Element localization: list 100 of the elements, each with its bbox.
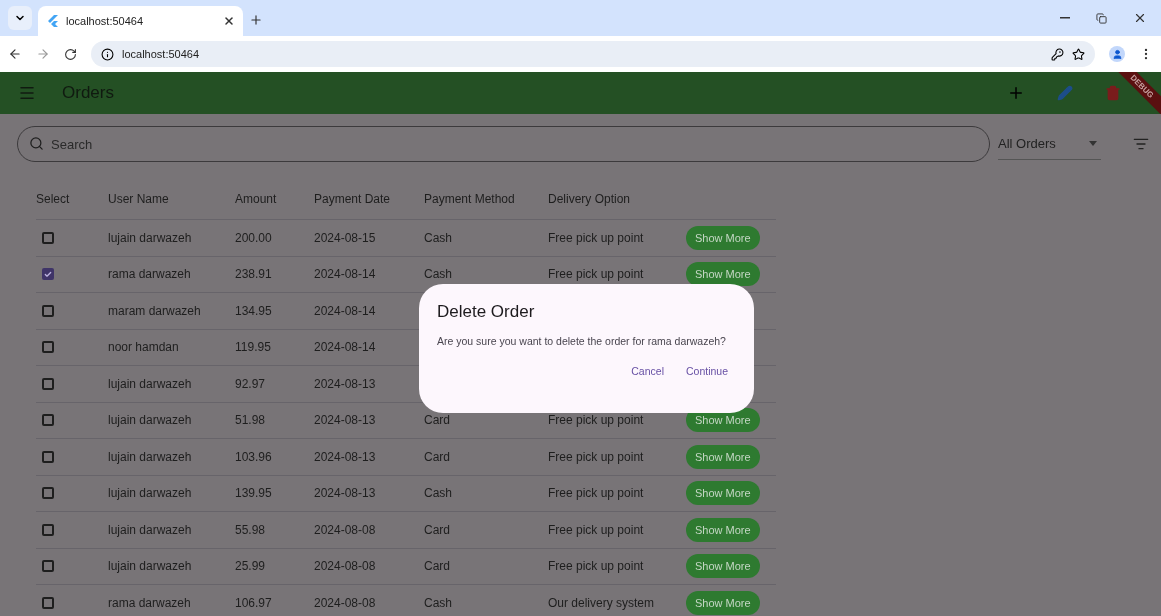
row-checkbox[interactable]	[42, 560, 54, 573]
add-button[interactable]	[1007, 84, 1025, 102]
table-cell-text: 2024-08-14	[314, 340, 377, 355]
column-header: Payment Method	[424, 192, 516, 206]
table-cell-text: Free pick up point	[548, 559, 645, 574]
column-header: Payment Date	[314, 192, 392, 206]
table-cell-text: lujain darwazeh	[108, 559, 193, 574]
column-header: Amount	[235, 192, 278, 206]
row-checkbox[interactable]	[42, 231, 54, 244]
table-cell-text: 2024-08-08	[314, 559, 377, 574]
table-cell-text: 2024-08-08	[314, 595, 377, 610]
show-more-button[interactable]: Show More	[686, 262, 760, 287]
show-more-button[interactable]: Show More	[686, 481, 760, 506]
table-cell-text: 2024-08-13	[314, 486, 377, 501]
profile-avatar[interactable]	[1109, 46, 1125, 62]
table-cell-text: 119.95	[235, 340, 272, 355]
table-cell-text: lujain darwazeh	[108, 230, 193, 245]
cancel-button[interactable]: Cancel	[623, 361, 672, 381]
show-more-button[interactable]: Show More	[686, 225, 760, 250]
table-cell-text: Free pick up point	[548, 413, 645, 428]
table-cell-text: 51.98	[235, 413, 267, 428]
dialog-message: Are you sure you want to delete the order for rama darwazeh?	[437, 335, 727, 347]
search-icon	[29, 136, 44, 151]
close-tab-button[interactable]	[223, 15, 235, 27]
dialog-title: Delete Order	[437, 302, 536, 322]
row-checkbox[interactable]	[42, 341, 54, 354]
column-header: Delivery Option	[548, 192, 632, 206]
reload-button[interactable]	[64, 47, 77, 61]
show-more-button[interactable]: Show More	[686, 590, 760, 615]
table-cell-text: Cash	[424, 486, 453, 501]
close-button[interactable]	[1133, 11, 1147, 25]
search-field[interactable]: Search	[17, 126, 990, 162]
table-cell-text: Card	[424, 522, 451, 537]
table-cell-text: lujain darwazeh	[108, 449, 193, 464]
table-cell-text: 2024-08-14	[314, 303, 377, 318]
table-cell-text: Card	[424, 413, 451, 428]
table-cell-text: rama darwazeh	[108, 595, 192, 610]
show-more-button[interactable]: Show More	[686, 554, 760, 579]
row-checkbox[interactable]	[42, 414, 54, 427]
row-checkbox[interactable]	[42, 450, 54, 463]
table-cell-text: 92.97	[235, 376, 267, 391]
sort-button[interactable]	[1133, 136, 1149, 152]
table-cell-text: Cash	[424, 267, 453, 282]
table-cell-text: 134.95	[235, 303, 273, 318]
table-cell-text: 2024-08-08	[314, 522, 377, 537]
table-cell-text: Free pick up point	[548, 449, 645, 464]
row-checkbox[interactable]	[42, 523, 54, 536]
row-checkbox[interactable]	[42, 268, 54, 281]
table-cell-text: 2024-08-14	[314, 267, 377, 282]
column-header: Select	[36, 192, 71, 206]
browser-tab[interactable]: localhost:50464	[38, 6, 243, 36]
table-cell-text: 200.00	[235, 230, 273, 245]
table-cell-text: lujain darwazeh	[108, 522, 193, 537]
forward-button[interactable]	[36, 47, 50, 61]
address-bar[interactable]: localhost:50464	[91, 41, 1095, 67]
table-cell-text: lujain darwazeh	[108, 413, 193, 428]
table-cell-text: Free pick up point	[548, 267, 645, 282]
info-icon	[101, 47, 114, 61]
continue-button[interactable]: Continue	[677, 361, 736, 381]
table-cell-text: Free pick up point	[548, 230, 645, 245]
table-cell-text: 55.98	[235, 522, 267, 537]
tab-title: localhost:50464	[66, 15, 145, 27]
table-cell-text: 139.95	[235, 486, 273, 501]
table-cell-text: 2024-08-15	[314, 230, 377, 245]
table-cell-text: noor hamdan	[108, 340, 180, 355]
restore-button[interactable]	[1096, 12, 1107, 24]
table-cell-text: Card	[424, 559, 451, 574]
table-cell-text: 2024-08-13	[314, 376, 377, 391]
column-header: User Name	[108, 192, 170, 206]
show-more-button[interactable]: Show More	[686, 444, 760, 469]
table-cell-text: 25.99	[235, 559, 267, 574]
bookmark-star-icon[interactable]	[1072, 47, 1085, 61]
table-cell-text: 106.97	[235, 595, 273, 610]
minimize-icon	[1060, 17, 1070, 19]
table-cell-text: Cash	[424, 230, 453, 245]
table-cell-text: 2024-08-13	[314, 449, 377, 464]
table-cell-text: lujain darwazeh	[108, 486, 193, 501]
back-button[interactable]	[8, 47, 22, 61]
table-cell-text: Free pick up point	[548, 522, 645, 537]
show-more-button[interactable]: Show More	[686, 517, 760, 542]
url-text: localhost:50464	[122, 48, 201, 60]
row-checkbox[interactable]	[42, 487, 54, 500]
minimize-button[interactable]	[1060, 17, 1070, 19]
table-cell-text: 238.91	[235, 267, 273, 282]
table-cell-text: Card	[424, 449, 451, 464]
table-cell-text: 103.96	[235, 449, 273, 464]
menu-button[interactable]	[18, 84, 36, 102]
row-checkbox[interactable]	[42, 377, 54, 390]
table-cell-text: rama darwazeh	[108, 267, 192, 282]
table-cell-text: Free pick up point	[548, 486, 645, 501]
order-filter-dropdown[interactable]: All Orders	[998, 128, 1101, 160]
tab-list-button[interactable]	[8, 6, 32, 30]
row-checkbox[interactable]	[42, 304, 54, 317]
key-icon[interactable]	[1051, 47, 1064, 61]
row-checkbox[interactable]	[42, 596, 54, 609]
table-cell-text: 2024-08-13	[314, 413, 377, 428]
flutter-logo-icon	[48, 15, 58, 27]
table-cell-text: lujain darwazeh	[108, 376, 193, 391]
table-cell-text: Our delivery system	[548, 595, 656, 610]
new-tab-button[interactable]	[249, 13, 263, 27]
